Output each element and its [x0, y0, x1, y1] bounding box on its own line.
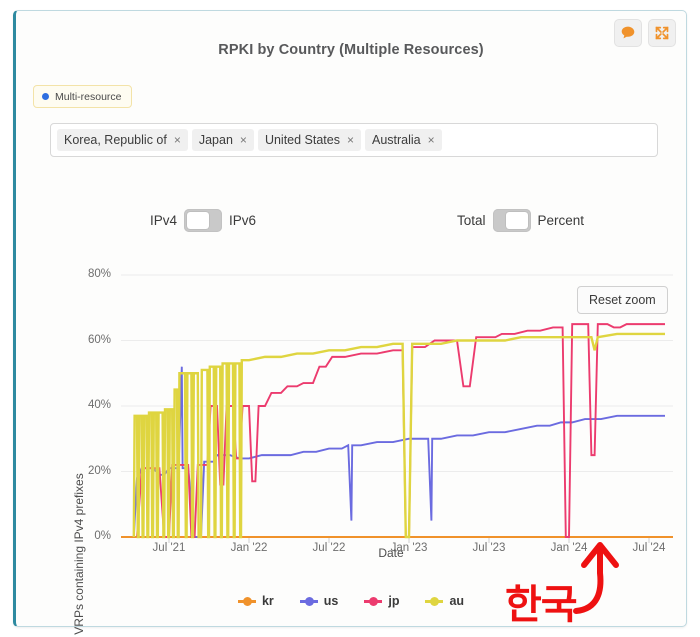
- chip-label: Australia: [372, 133, 421, 147]
- chip-label: United States: [264, 133, 340, 147]
- reset-zoom-button[interactable]: Reset zoom: [577, 286, 668, 314]
- legend-label: jp: [388, 594, 400, 608]
- chip-label: Korea, Republic of: [64, 133, 167, 147]
- chip-remove-icon[interactable]: ×: [174, 134, 181, 146]
- legend-marker-dot: [430, 596, 440, 606]
- legend-item-jp[interactable]: jp: [364, 594, 399, 608]
- y-axis-tick-label: 60%: [87, 333, 111, 346]
- y-axis-tick-label: 0%: [94, 530, 111, 542]
- chart-series-au: [132, 332, 665, 539]
- chip-united-states[interactable]: United States ×: [257, 129, 361, 151]
- chip-japan[interactable]: Japan ×: [191, 129, 254, 151]
- legend-item-au[interactable]: au: [425, 594, 464, 608]
- chart-toggles: IPv4 IPv6 Total Percent: [16, 209, 686, 239]
- legend-marker-dot: [369, 596, 379, 606]
- legend-item-us[interactable]: us: [299, 594, 339, 608]
- total-label: Total: [457, 213, 486, 228]
- chip-remove-icon[interactable]: ×: [428, 134, 435, 146]
- value-mode-toggle-group: Total Percent: [457, 209, 584, 232]
- multi-resource-badge-label: Multi-resource: [55, 90, 122, 103]
- legend-label: kr: [261, 594, 274, 608]
- y-axis-tick-label: 20%: [87, 464, 111, 477]
- legend-marker-dot: [304, 596, 314, 606]
- ip-family-toggle-group: IPv4 IPv6: [150, 209, 256, 232]
- chip-label: Japan: [198, 133, 233, 147]
- chart-legend: kr us jp au: [16, 594, 686, 608]
- switch-knob: [187, 212, 210, 229]
- switch-knob: [505, 212, 528, 229]
- legend-marker-icon: [364, 596, 383, 606]
- chip-australia[interactable]: Australia ×: [365, 129, 442, 151]
- chip-remove-icon[interactable]: ×: [347, 134, 354, 146]
- chart-container[interactable]: VRPs containing IPv4 prefixes 0% 20% 40% 60…: [16, 254, 688, 635]
- chip-remove-icon[interactable]: ×: [240, 134, 247, 146]
- legend-marker-icon: [299, 596, 318, 606]
- x-axis-label: Date: [378, 546, 404, 560]
- multi-resource-badge[interactable]: Multi-resource: [33, 85, 132, 108]
- rpki-chart-card: RPKI by Country (Multiple Resources) Mul…: [13, 10, 688, 635]
- legend-marker-icon: [237, 596, 256, 606]
- legend-item-kr[interactable]: kr: [237, 594, 274, 608]
- value-mode-switch[interactable]: [492, 209, 531, 232]
- ip-family-switch[interactable]: [184, 209, 223, 232]
- legend-label: us: [323, 594, 339, 608]
- screenshot-root: RPKI by Country (Multiple Resources) Mul…: [0, 0, 700, 637]
- country-select-input[interactable]: Korea, Republic of × Japan × United Stat…: [50, 123, 658, 157]
- y-axis-tick-label: 80%: [87, 268, 111, 280]
- y-axis-tick-label: 40%: [87, 399, 111, 411]
- legend-marker-icon: [425, 596, 444, 606]
- page-title: RPKI by Country (Multiple Resources): [218, 42, 484, 58]
- ipv4-label: IPv4: [150, 213, 178, 228]
- badge-dot-icon: [42, 93, 49, 100]
- chip-korea[interactable]: Korea, Republic of ×: [57, 129, 188, 151]
- legend-label: au: [449, 594, 465, 608]
- percent-label: Percent: [537, 213, 585, 228]
- legend-marker-dot: [242, 596, 252, 606]
- ipv6-label: IPv6: [229, 213, 257, 228]
